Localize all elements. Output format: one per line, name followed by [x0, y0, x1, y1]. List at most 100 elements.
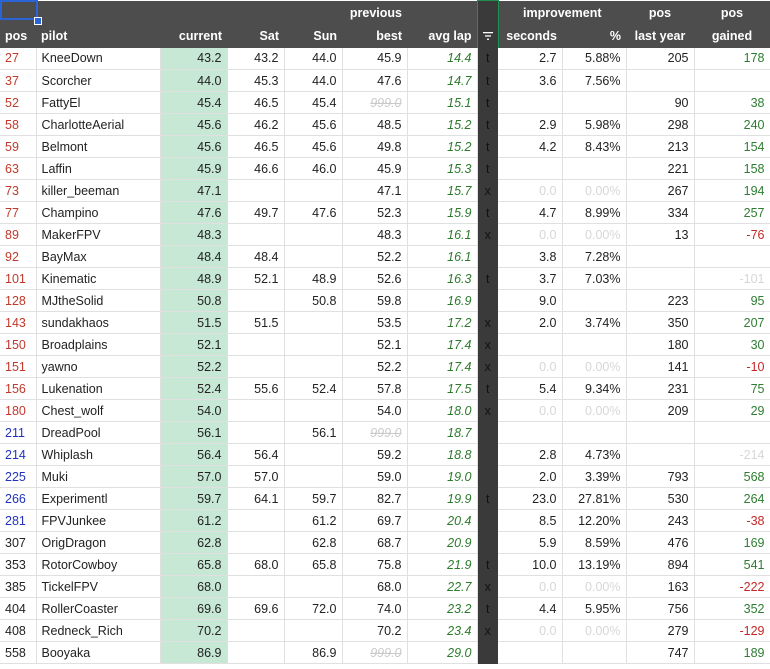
- gained-cell[interactable]: 178: [694, 47, 770, 70]
- current-cell[interactable]: 69.6: [160, 597, 228, 620]
- percent-cell[interactable]: 5.98%: [562, 113, 627, 136]
- pilot-cell[interactable]: Whiplash: [36, 443, 161, 466]
- sun-cell[interactable]: 50.8: [284, 289, 343, 312]
- percent-cell[interactable]: 8.59%: [562, 531, 627, 554]
- gained-cell[interactable]: 257: [694, 201, 770, 224]
- sun-cell[interactable]: 45.4: [284, 91, 343, 114]
- header-pos[interactable]: pos: [0, 25, 36, 48]
- last-year-cell[interactable]: 530: [626, 487, 695, 510]
- sun-cell[interactable]: 44.0: [284, 47, 343, 70]
- pos-cell[interactable]: 180: [0, 399, 37, 422]
- seconds-cell[interactable]: [498, 91, 563, 114]
- last-year-cell[interactable]: 793: [626, 465, 695, 488]
- current-cell[interactable]: 57.0: [160, 465, 228, 488]
- header-avg-lap[interactable]: avg lap: [407, 25, 477, 48]
- gained-cell[interactable]: -10: [694, 355, 770, 378]
- gained-cell[interactable]: 207: [694, 311, 770, 334]
- sun-cell[interactable]: 45.6: [284, 135, 343, 158]
- header-pos-last[interactable]: pos: [626, 1, 694, 25]
- percent-cell[interactable]: 7.56%: [562, 69, 627, 92]
- header-last-year[interactable]: last year: [626, 25, 694, 48]
- last-year-cell[interactable]: [626, 245, 695, 268]
- flag-cell[interactable]: [477, 289, 498, 312]
- flag-cell[interactable]: [477, 531, 498, 554]
- last-year-cell[interactable]: 756: [626, 597, 695, 620]
- last-year-cell[interactable]: 747: [626, 641, 695, 664]
- pos-cell[interactable]: 92: [0, 245, 37, 268]
- avg-lap-cell[interactable]: 15.1: [407, 91, 478, 114]
- current-cell[interactable]: 68.0: [160, 575, 228, 598]
- header-percent[interactable]: %: [562, 25, 626, 48]
- best-cell[interactable]: 999.0: [342, 421, 408, 444]
- flag-cell[interactable]: t: [477, 377, 498, 400]
- percent-cell[interactable]: 5.95%: [562, 597, 627, 620]
- percent-cell[interactable]: [562, 289, 627, 312]
- sat-cell[interactable]: 56.4: [227, 443, 285, 466]
- best-cell[interactable]: 68.7: [342, 531, 408, 554]
- current-cell[interactable]: 70.2: [160, 619, 228, 642]
- header-cell[interactable]: [476, 0, 499, 25]
- best-cell[interactable]: 53.5: [342, 311, 408, 334]
- sat-cell[interactable]: [227, 223, 285, 246]
- sat-cell[interactable]: 51.5: [227, 311, 285, 334]
- pos-cell[interactable]: 101: [0, 267, 37, 290]
- pos-cell[interactable]: 58: [0, 113, 37, 136]
- current-cell[interactable]: 45.6: [160, 113, 228, 136]
- avg-lap-cell[interactable]: 23.2: [407, 597, 478, 620]
- sat-cell[interactable]: [227, 399, 285, 422]
- last-year-cell[interactable]: 90: [626, 91, 695, 114]
- last-year-cell[interactable]: 223: [626, 289, 695, 312]
- avg-lap-cell[interactable]: 29.0: [407, 641, 478, 664]
- fill-handle[interactable]: [34, 17, 42, 25]
- avg-lap-cell[interactable]: 16.1: [407, 245, 478, 268]
- last-year-cell[interactable]: 334: [626, 201, 695, 224]
- last-year-cell[interactable]: [626, 443, 695, 466]
- sat-cell[interactable]: 69.6: [227, 597, 285, 620]
- last-year-cell[interactable]: 180: [626, 333, 695, 356]
- seconds-cell[interactable]: 0.0: [498, 179, 563, 202]
- last-year-cell[interactable]: 267: [626, 179, 695, 202]
- last-year-cell[interactable]: 205: [626, 47, 695, 70]
- current-cell[interactable]: 44.0: [160, 69, 228, 92]
- sat-cell[interactable]: [227, 179, 285, 202]
- sun-cell[interactable]: [284, 311, 343, 334]
- current-cell[interactable]: 52.1: [160, 333, 228, 356]
- avg-lap-cell[interactable]: 17.5: [407, 377, 478, 400]
- seconds-cell[interactable]: 0.0: [498, 619, 563, 642]
- flag-cell[interactable]: [477, 443, 498, 466]
- last-year-cell[interactable]: 13: [626, 223, 695, 246]
- seconds-cell[interactable]: 2.0: [498, 465, 563, 488]
- current-cell[interactable]: 52.2: [160, 355, 228, 378]
- pilot-cell[interactable]: MakerFPV: [36, 223, 161, 246]
- best-cell[interactable]: 59.8: [342, 289, 408, 312]
- avg-lap-cell[interactable]: 15.2: [407, 113, 478, 136]
- best-cell[interactable]: 52.3: [342, 201, 408, 224]
- flag-cell[interactable]: x: [477, 619, 498, 642]
- percent-cell[interactable]: 0.00%: [562, 179, 627, 202]
- sat-cell[interactable]: 45.3: [227, 69, 285, 92]
- percent-cell[interactable]: 0.00%: [562, 619, 627, 642]
- gained-cell[interactable]: 189: [694, 641, 770, 664]
- flag-cell[interactable]: t: [477, 487, 498, 510]
- last-year-cell[interactable]: 231: [626, 377, 695, 400]
- best-cell[interactable]: 68.0: [342, 575, 408, 598]
- pilot-cell[interactable]: FPVJunkee: [36, 509, 161, 532]
- pos-cell[interactable]: 281: [0, 509, 37, 532]
- sat-cell[interactable]: [227, 289, 285, 312]
- percent-cell[interactable]: 7.28%: [562, 245, 627, 268]
- flag-cell[interactable]: [477, 509, 498, 532]
- sat-cell[interactable]: 46.5: [227, 135, 285, 158]
- flag-cell[interactable]: [477, 465, 498, 488]
- sun-cell[interactable]: 72.0: [284, 597, 343, 620]
- selected-cell[interactable]: [0, 0, 38, 20]
- sun-cell[interactable]: 47.6: [284, 201, 343, 224]
- sun-cell[interactable]: [284, 333, 343, 356]
- best-cell[interactable]: 47.1: [342, 179, 408, 202]
- sat-cell[interactable]: 52.1: [227, 267, 285, 290]
- current-cell[interactable]: 48.3: [160, 223, 228, 246]
- percent-cell[interactable]: [562, 157, 627, 180]
- gained-cell[interactable]: -38: [694, 509, 770, 532]
- last-year-cell[interactable]: 213: [626, 135, 695, 158]
- gained-cell[interactable]: -222: [694, 575, 770, 598]
- percent-cell[interactable]: 3.39%: [562, 465, 627, 488]
